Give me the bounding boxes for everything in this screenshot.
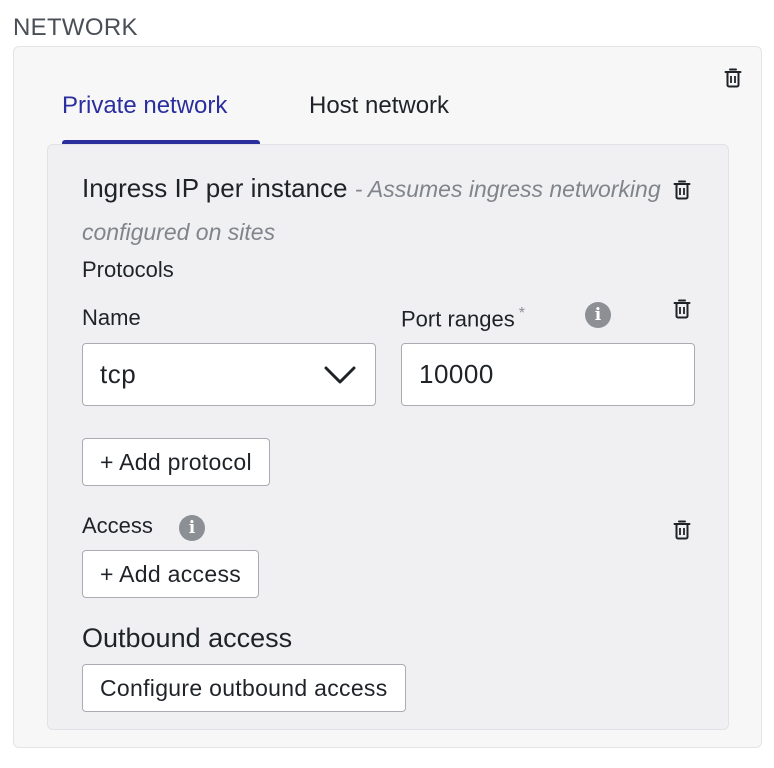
port-ranges-text: Port ranges (401, 306, 515, 332)
delete-access-button[interactable] (670, 517, 694, 543)
tab-label: Host network (309, 92, 450, 119)
delete-network-button[interactable] (721, 65, 745, 91)
name-label: Name (82, 305, 141, 330)
trash-icon (673, 520, 691, 540)
outbound-heading: Outbound access (82, 623, 293, 653)
required-marker: * (518, 305, 525, 322)
section-title: NETWORK (13, 14, 138, 41)
network-card: Private network Host network Ingress IP … (13, 46, 762, 748)
trash-icon (724, 68, 742, 88)
tab-host-network[interactable]: Host network (309, 87, 489, 145)
port-ranges-label: Port ranges * (401, 305, 525, 332)
ingress-title: Ingress IP per instance (82, 173, 348, 203)
add-protocol-button[interactable]: + Add protocol (82, 438, 270, 486)
ingress-heading: Ingress IP per instance - Assumes ingres… (82, 167, 662, 253)
protocol-name-value: tcp (100, 359, 137, 389)
delete-ingress-button[interactable] (670, 177, 694, 203)
info-icon[interactable]: i (179, 515, 205, 541)
port-ranges-value: 10000 (419, 359, 494, 389)
info-icon[interactable]: i (585, 302, 611, 328)
tab-private-network[interactable]: Private network (62, 87, 262, 145)
protocol-name-select[interactable]: tcp (82, 343, 376, 406)
trash-icon (673, 299, 691, 319)
configure-outbound-button[interactable]: Configure outbound access (82, 664, 406, 712)
protocols-heading: Protocols (82, 257, 174, 282)
delete-protocol-button[interactable] (670, 296, 694, 322)
access-heading: Access (82, 513, 153, 538)
chevron-down-icon (324, 366, 356, 384)
port-ranges-input[interactable]: 10000 (401, 343, 695, 406)
private-network-panel: Ingress IP per instance - Assumes ingres… (47, 144, 729, 730)
add-access-button[interactable]: + Add access (82, 550, 260, 598)
tab-label: Private network (62, 92, 228, 119)
trash-icon (673, 180, 691, 200)
